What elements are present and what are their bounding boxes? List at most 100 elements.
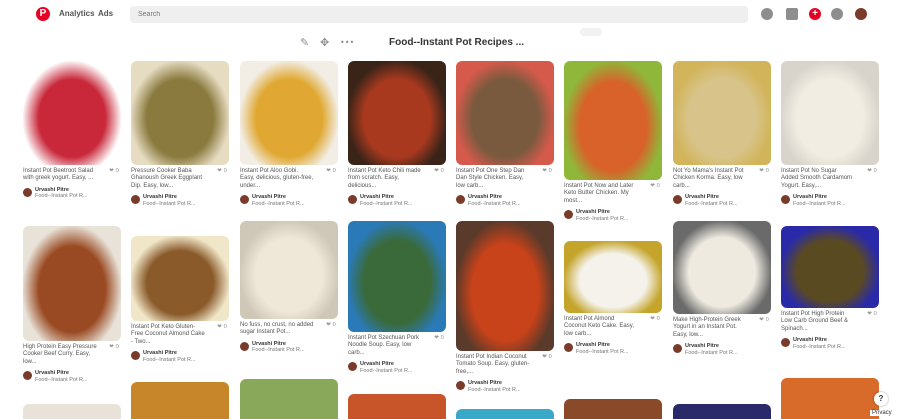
user-avatar[interactable]	[23, 187, 32, 197]
pin-attribution[interactable]: Urvashi Pitre Food--Instant Pot R...	[240, 194, 338, 207]
board-name[interactable]: Food--Instant Pot R...	[143, 201, 196, 207]
pin-image[interactable]	[781, 61, 879, 165]
pin-description[interactable]: Instant Pot Almond Coconut Keto Cake. Ea…	[564, 316, 638, 338]
pin-image-partial[interactable]	[23, 404, 121, 419]
board-name[interactable]: Food--Instant Pot R...	[793, 201, 846, 207]
pin-image[interactable]	[348, 61, 446, 165]
pin-image[interactable]	[456, 61, 554, 165]
organize-move-icon[interactable]: ✥	[320, 36, 329, 49]
user-avatar[interactable]	[781, 195, 790, 205]
board-name[interactable]: Food--Instant Pot R...	[468, 387, 521, 393]
pin-image[interactable]	[23, 61, 121, 165]
user-avatar[interactable]	[131, 195, 140, 205]
pin-card[interactable]: Instant Pot Now and Later Keto Butter Ch…	[564, 61, 662, 222]
user-avatar[interactable]	[240, 341, 249, 351]
user-avatar[interactable]	[673, 195, 682, 205]
pin-description[interactable]: Instant Pot Keto Gluten-Free Coconut Alm…	[131, 324, 205, 346]
pin-image[interactable]	[240, 221, 338, 319]
pin-card[interactable]: Pressure Cooker Baba Ghanoush Greek Eggp…	[131, 61, 229, 207]
user-avatar[interactable]	[131, 351, 140, 361]
profile-avatar[interactable]	[855, 8, 867, 20]
board-name[interactable]: Food--Instant Pot R...	[252, 201, 305, 207]
pin-card[interactable]: Instant Pot One Step Dan Dan Style Chick…	[456, 61, 554, 207]
pin-image[interactable]	[781, 226, 879, 308]
pin-attribution[interactable]: Urvashi Pitre Food--Instant Pot R...	[23, 187, 121, 200]
pin-attribution[interactable]: Urvashi Pitre Food--Instant Pot R...	[781, 337, 879, 350]
messages-icon[interactable]	[831, 8, 843, 20]
pin-description[interactable]: Instant Pot One Step Dan Dan Style Chick…	[456, 168, 530, 190]
board-name[interactable]: Food--Instant Pot R...	[35, 377, 88, 383]
pin-description[interactable]: Instant Pot Keto Chili made from scratch…	[348, 168, 422, 190]
pin-description[interactable]: Instant Pot Szechuan Pork Noodle Soup. E…	[348, 335, 422, 357]
user-avatar[interactable]	[564, 210, 573, 220]
user-avatar[interactable]	[456, 381, 465, 391]
pin-card[interactable]: Instant Pot High Protein Low Carb Ground…	[781, 226, 879, 350]
pin-card[interactable]: Instant Pot Beetroot Salad with greek yo…	[23, 61, 121, 200]
pin-description[interactable]: Pressure Cooker Baba Ghanoush Greek Eggp…	[131, 168, 205, 190]
pin-description[interactable]: Instant Pot Beetroot Salad with greek yo…	[23, 168, 97, 183]
pin-card[interactable]: High Protein Easy Pressure Cooker Beef C…	[23, 226, 121, 383]
pin-image[interactable]	[564, 61, 662, 180]
pin-attribution[interactable]: Urvashi Pitre Food--Instant Pot R...	[781, 194, 879, 207]
pin-card[interactable]: Instant Pot No Sugar Added Smooth Cardam…	[781, 61, 879, 207]
compass-icon[interactable]	[761, 8, 773, 20]
pin-card[interactable]: No fuss, no crust, no added sugar Instan…	[240, 221, 338, 354]
pin-image[interactable]	[564, 241, 662, 313]
pin-attribution[interactable]: Urvashi Pitre Food--Instant Pot R...	[456, 194, 554, 207]
pin-image-partial[interactable]	[348, 394, 446, 419]
pin-attribution[interactable]: Urvashi Pitre Food--Instant Pot R...	[23, 370, 121, 383]
pin-image[interactable]	[23, 226, 121, 341]
pin-image-partial[interactable]	[673, 404, 771, 419]
pin-card[interactable]: Instant Pot Almond Coconut Keto Cake. Ea…	[564, 241, 662, 355]
pin-image[interactable]	[348, 221, 446, 332]
board-name[interactable]: Food--Instant Pot R...	[793, 344, 846, 350]
pin-image-partial[interactable]	[564, 399, 662, 419]
pin-attribution[interactable]: Urvashi Pitre Food--Instant Pot R...	[673, 343, 771, 356]
user-avatar[interactable]	[781, 338, 790, 348]
board-name[interactable]: Food--Instant Pot R...	[360, 201, 413, 207]
pin-attribution[interactable]: Urvashi Pitre Food--Instant Pot R...	[131, 350, 229, 363]
pin-description[interactable]: Instant Pot No Sugar Added Smooth Cardam…	[781, 168, 855, 190]
board-name[interactable]: Food--Instant Pot R...	[143, 357, 196, 363]
privacy-link[interactable]: Privacy	[870, 410, 894, 416]
pin-attribution[interactable]: Urvashi Pitre Food--Instant Pot R...	[564, 342, 662, 355]
board-name[interactable]: Food--Instant Pot R...	[468, 201, 521, 207]
user-avatar[interactable]	[673, 344, 682, 354]
briefcase-icon[interactable]	[786, 8, 798, 20]
pin-image-partial[interactable]	[456, 409, 554, 419]
board-name[interactable]: Food--Instant Pot R...	[576, 349, 629, 355]
pin-description[interactable]: Instant Pot Indian Coconut Tomato Soup. …	[456, 354, 530, 376]
pin-card[interactable]: Instant Pot Aloo Gobi. Easy, delicious, …	[240, 61, 338, 207]
help-button[interactable]: ?	[874, 392, 888, 406]
pin-attribution[interactable]: Urvashi Pitre Food--Instant Pot R...	[240, 341, 338, 354]
pin-card[interactable]: Make High-Protein Greek Yogurt in an Ins…	[673, 221, 771, 356]
pin-description[interactable]: Not Yo Mama's Instant Pot Chicken Korma.…	[673, 168, 747, 190]
pin-attribution[interactable]: Urvashi Pitre Food--Instant Pot R...	[131, 194, 229, 207]
user-avatar[interactable]	[240, 195, 249, 205]
user-avatar[interactable]	[348, 195, 357, 205]
user-avatar[interactable]	[348, 362, 357, 372]
pin-image-partial[interactable]	[781, 378, 879, 419]
pin-attribution[interactable]: Urvashi Pitre Food--Instant Pot R...	[348, 194, 446, 207]
nav-ads[interactable]: Ads	[98, 9, 113, 18]
pin-card[interactable]: Instant Pot Keto Gluten-Free Coconut Alm…	[131, 236, 229, 363]
pin-image[interactable]	[673, 221, 771, 314]
pin-description[interactable]: Instant Pot Aloo Gobi. Easy, delicious, …	[240, 168, 314, 190]
pin-card[interactable]: Instant Pot Szechuan Pork Noodle Soup. E…	[348, 221, 446, 374]
board-name[interactable]: Food--Instant Pot R...	[685, 201, 738, 207]
pin-attribution[interactable]: Urvashi Pitre Food--Instant Pot R...	[564, 209, 662, 222]
edit-pencil-icon[interactable]: ✎	[300, 36, 309, 49]
board-name[interactable]: Food--Instant Pot R...	[252, 347, 305, 353]
pin-image[interactable]	[131, 236, 229, 321]
pin-image-partial[interactable]	[240, 379, 338, 419]
pin-description[interactable]: Instant Pot Now and Later Keto Butter Ch…	[564, 183, 638, 205]
pin-description[interactable]: High Protein Easy Pressure Cooker Beef C…	[23, 344, 97, 366]
pin-attribution[interactable]: Urvashi Pitre Food--Instant Pot R...	[348, 361, 446, 374]
pinterest-logo-icon[interactable]: P	[36, 7, 50, 21]
user-avatar[interactable]	[23, 371, 32, 381]
pin-card[interactable]: Instant Pot Indian Coconut Tomato Soup. …	[456, 221, 554, 393]
add-pin-icon[interactable]: +	[809, 8, 821, 20]
board-name[interactable]: Food--Instant Pot R...	[35, 193, 88, 199]
pin-description[interactable]: Make High-Protein Greek Yogurt in an Ins…	[673, 317, 747, 339]
pin-attribution[interactable]: Urvashi Pitre Food--Instant Pot R...	[456, 380, 554, 393]
